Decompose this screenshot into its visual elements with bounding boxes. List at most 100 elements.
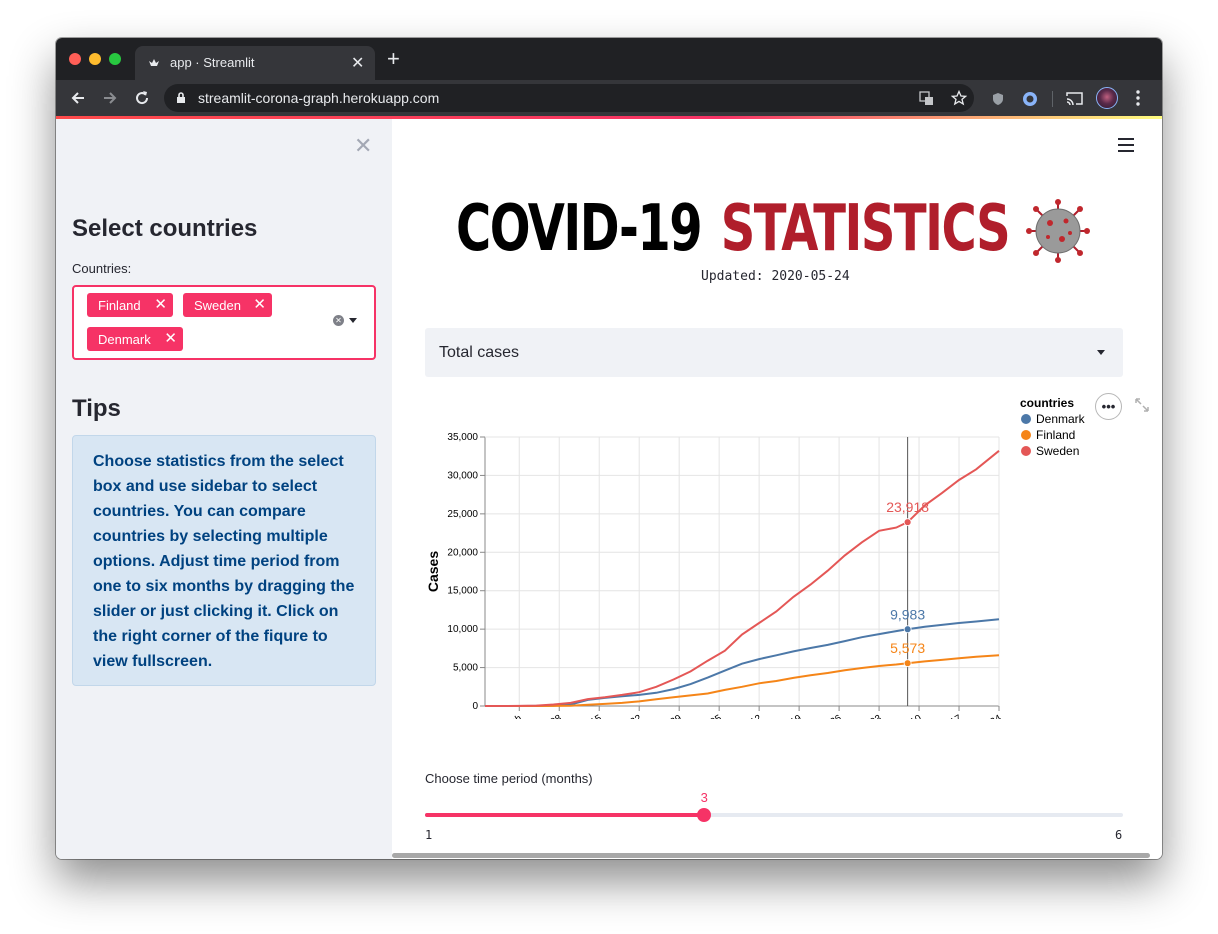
y-tick-label: 5,000 [453, 663, 478, 674]
x-tick-label: May 17 [930, 713, 964, 719]
time-period-slider[interactable] [425, 808, 1123, 822]
fullscreen-expand-icon[interactable] [1134, 397, 1150, 413]
hover-point-denmark [903, 625, 912, 634]
slider-current-value: 3 [700, 790, 708, 805]
chip-label: Sweden [194, 297, 241, 313]
horizontal-scrollbar[interactable] [392, 852, 1150, 859]
time-period-label: Choose time period (months) [425, 771, 593, 786]
cast-icon[interactable] [1066, 91, 1083, 106]
tips-info-box: Choose statistics from the select box an… [72, 435, 376, 686]
tips-line: view fullscreen. [93, 653, 213, 670]
x-tick-label: Apr 12 [733, 713, 764, 719]
hover-value-label: 23,918 [886, 499, 929, 515]
shield-extension-icon[interactable] [991, 92, 1005, 106]
toolbar-divider [1052, 91, 1053, 107]
extension-ring-icon[interactable] [1021, 90, 1039, 108]
legend-title: countries [1020, 396, 1074, 410]
tips-line: countries by selecting multiple [93, 528, 328, 545]
lock-icon [177, 92, 185, 103]
y-tick-label: 15,000 [447, 586, 478, 597]
tips-line: box and use sidebar to select [93, 478, 318, 495]
x-tick-label: May 10 [890, 713, 924, 719]
legend-label: Finland [1036, 428, 1075, 442]
y-tick-label: 25,000 [447, 509, 478, 520]
y-axis-title: Cases [425, 551, 441, 592]
arrow-right-icon [104, 92, 117, 104]
chip-remove-icon[interactable]: ✕ [253, 295, 266, 313]
tips-line: slider or just clicking it. Click on [93, 603, 339, 620]
chip-remove-icon[interactable]: ✕ [164, 329, 177, 347]
sidebar-heading: Select countries [72, 215, 258, 242]
country-chip: Sweden ✕ [183, 293, 272, 317]
legend-swatch [1021, 446, 1031, 456]
y-tick-label: 20,000 [447, 547, 478, 558]
hover-value-label: 5,573 [890, 640, 925, 656]
country-chip: Denmark ✕ [87, 327, 183, 351]
tips-line: countries. You can compare [93, 503, 306, 520]
sidebar: ✕ Select countries Countries: Finland ✕ … [56, 119, 392, 859]
new-tab-button[interactable]: + [387, 48, 400, 70]
legend-swatch [1021, 430, 1031, 440]
streamlit-favicon-icon [149, 59, 159, 66]
chip-label: Finland [98, 297, 141, 313]
x-tick-label: March [494, 713, 524, 719]
chip-remove-icon[interactable]: ✕ [154, 295, 167, 313]
tab-close-icon[interactable]: ✕ [351, 53, 364, 73]
back-button[interactable] [65, 85, 91, 111]
tips-line: Choose statistics from the select [93, 453, 344, 470]
slider-max-label: 6 [1115, 828, 1123, 842]
cases-line-chart: 0 5,000 10,000 15,000 20,000 25,000 30,000 35,0… [425, 396, 1086, 719]
x-tick-label: Mar 29 [651, 713, 684, 719]
slider-fill [425, 813, 705, 817]
chart-actions-ellipsis-icon[interactable]: ••• [1095, 393, 1122, 420]
countries-multiselect[interactable]: Finland ✕ Sweden ✕ Denmark ✕ ✕ [72, 285, 376, 360]
country-chip: Finland ✕ [87, 293, 173, 317]
address-bar[interactable]: streamlit-corona-graph.herokuapp.com [164, 84, 974, 112]
chevron-down-icon[interactable] [349, 318, 357, 323]
countries-label: Countries: [72, 261, 132, 276]
x-tick-label: Apr 26 [813, 713, 844, 719]
sidebar-close-icon[interactable]: ✕ [354, 133, 372, 159]
kebab-menu-icon[interactable] [1136, 90, 1140, 106]
forward-button[interactable] [97, 85, 123, 111]
y-tick-label: 0 [472, 701, 478, 712]
legend-label: Sweden [1036, 444, 1079, 458]
x-tick-label: May 24 [970, 713, 1004, 719]
hover-point-finland [903, 659, 912, 668]
arrow-left-icon [71, 92, 84, 104]
clear-all-icon[interactable]: ✕ [333, 315, 344, 326]
browser-window: app · Streamlit ✕ + streamlit-corona-gra… [56, 38, 1162, 859]
reload-icon [136, 91, 149, 105]
scrollbar-thumb[interactable] [392, 853, 1150, 858]
hover-point-sweden [903, 518, 912, 527]
slider-thumb[interactable] [697, 808, 712, 822]
tab-title: app · Streamlit [170, 55, 255, 70]
tips-heading: Tips [72, 395, 121, 422]
y-tick-label: 10,000 [447, 624, 478, 635]
bookmark-star-icon[interactable] [951, 90, 967, 106]
chip-label: Denmark [98, 331, 151, 347]
tips-text: Choose statistics from the select box an… [93, 449, 355, 674]
translate-icon[interactable] [919, 91, 934, 106]
minimize-window-button[interactable] [89, 53, 101, 65]
x-tick-label: Mar 22 [611, 713, 644, 719]
y-tick-label: 30,000 [447, 470, 478, 481]
hover-value-label: 9,983 [890, 606, 925, 622]
browser-tab[interactable]: app · Streamlit ✕ [135, 46, 375, 80]
tips-line: one to six months by dragging the [93, 578, 355, 595]
zoom-window-button[interactable] [109, 53, 121, 65]
profile-avatar[interactable] [1096, 87, 1118, 109]
x-tick-label: May 03 [850, 713, 884, 719]
legend-swatch [1021, 414, 1031, 424]
y-tick-label: 35,000 [447, 432, 478, 443]
close-window-button[interactable] [69, 53, 81, 65]
browser-toolbar: streamlit-corona-graph.herokuapp.com [56, 80, 1162, 116]
reload-button[interactable] [129, 85, 155, 111]
x-tick-label: Mar 08 [531, 713, 564, 719]
legend-label: Denmark [1036, 412, 1086, 426]
x-tick-label: Apr 19 [773, 713, 804, 719]
x-tick-label: Mar 15 [571, 713, 604, 719]
x-tick-label: Apr 05 [693, 713, 724, 719]
tips-line: options. Adjust time period from [93, 553, 340, 570]
url-text: streamlit-corona-graph.herokuapp.com [198, 90, 440, 106]
